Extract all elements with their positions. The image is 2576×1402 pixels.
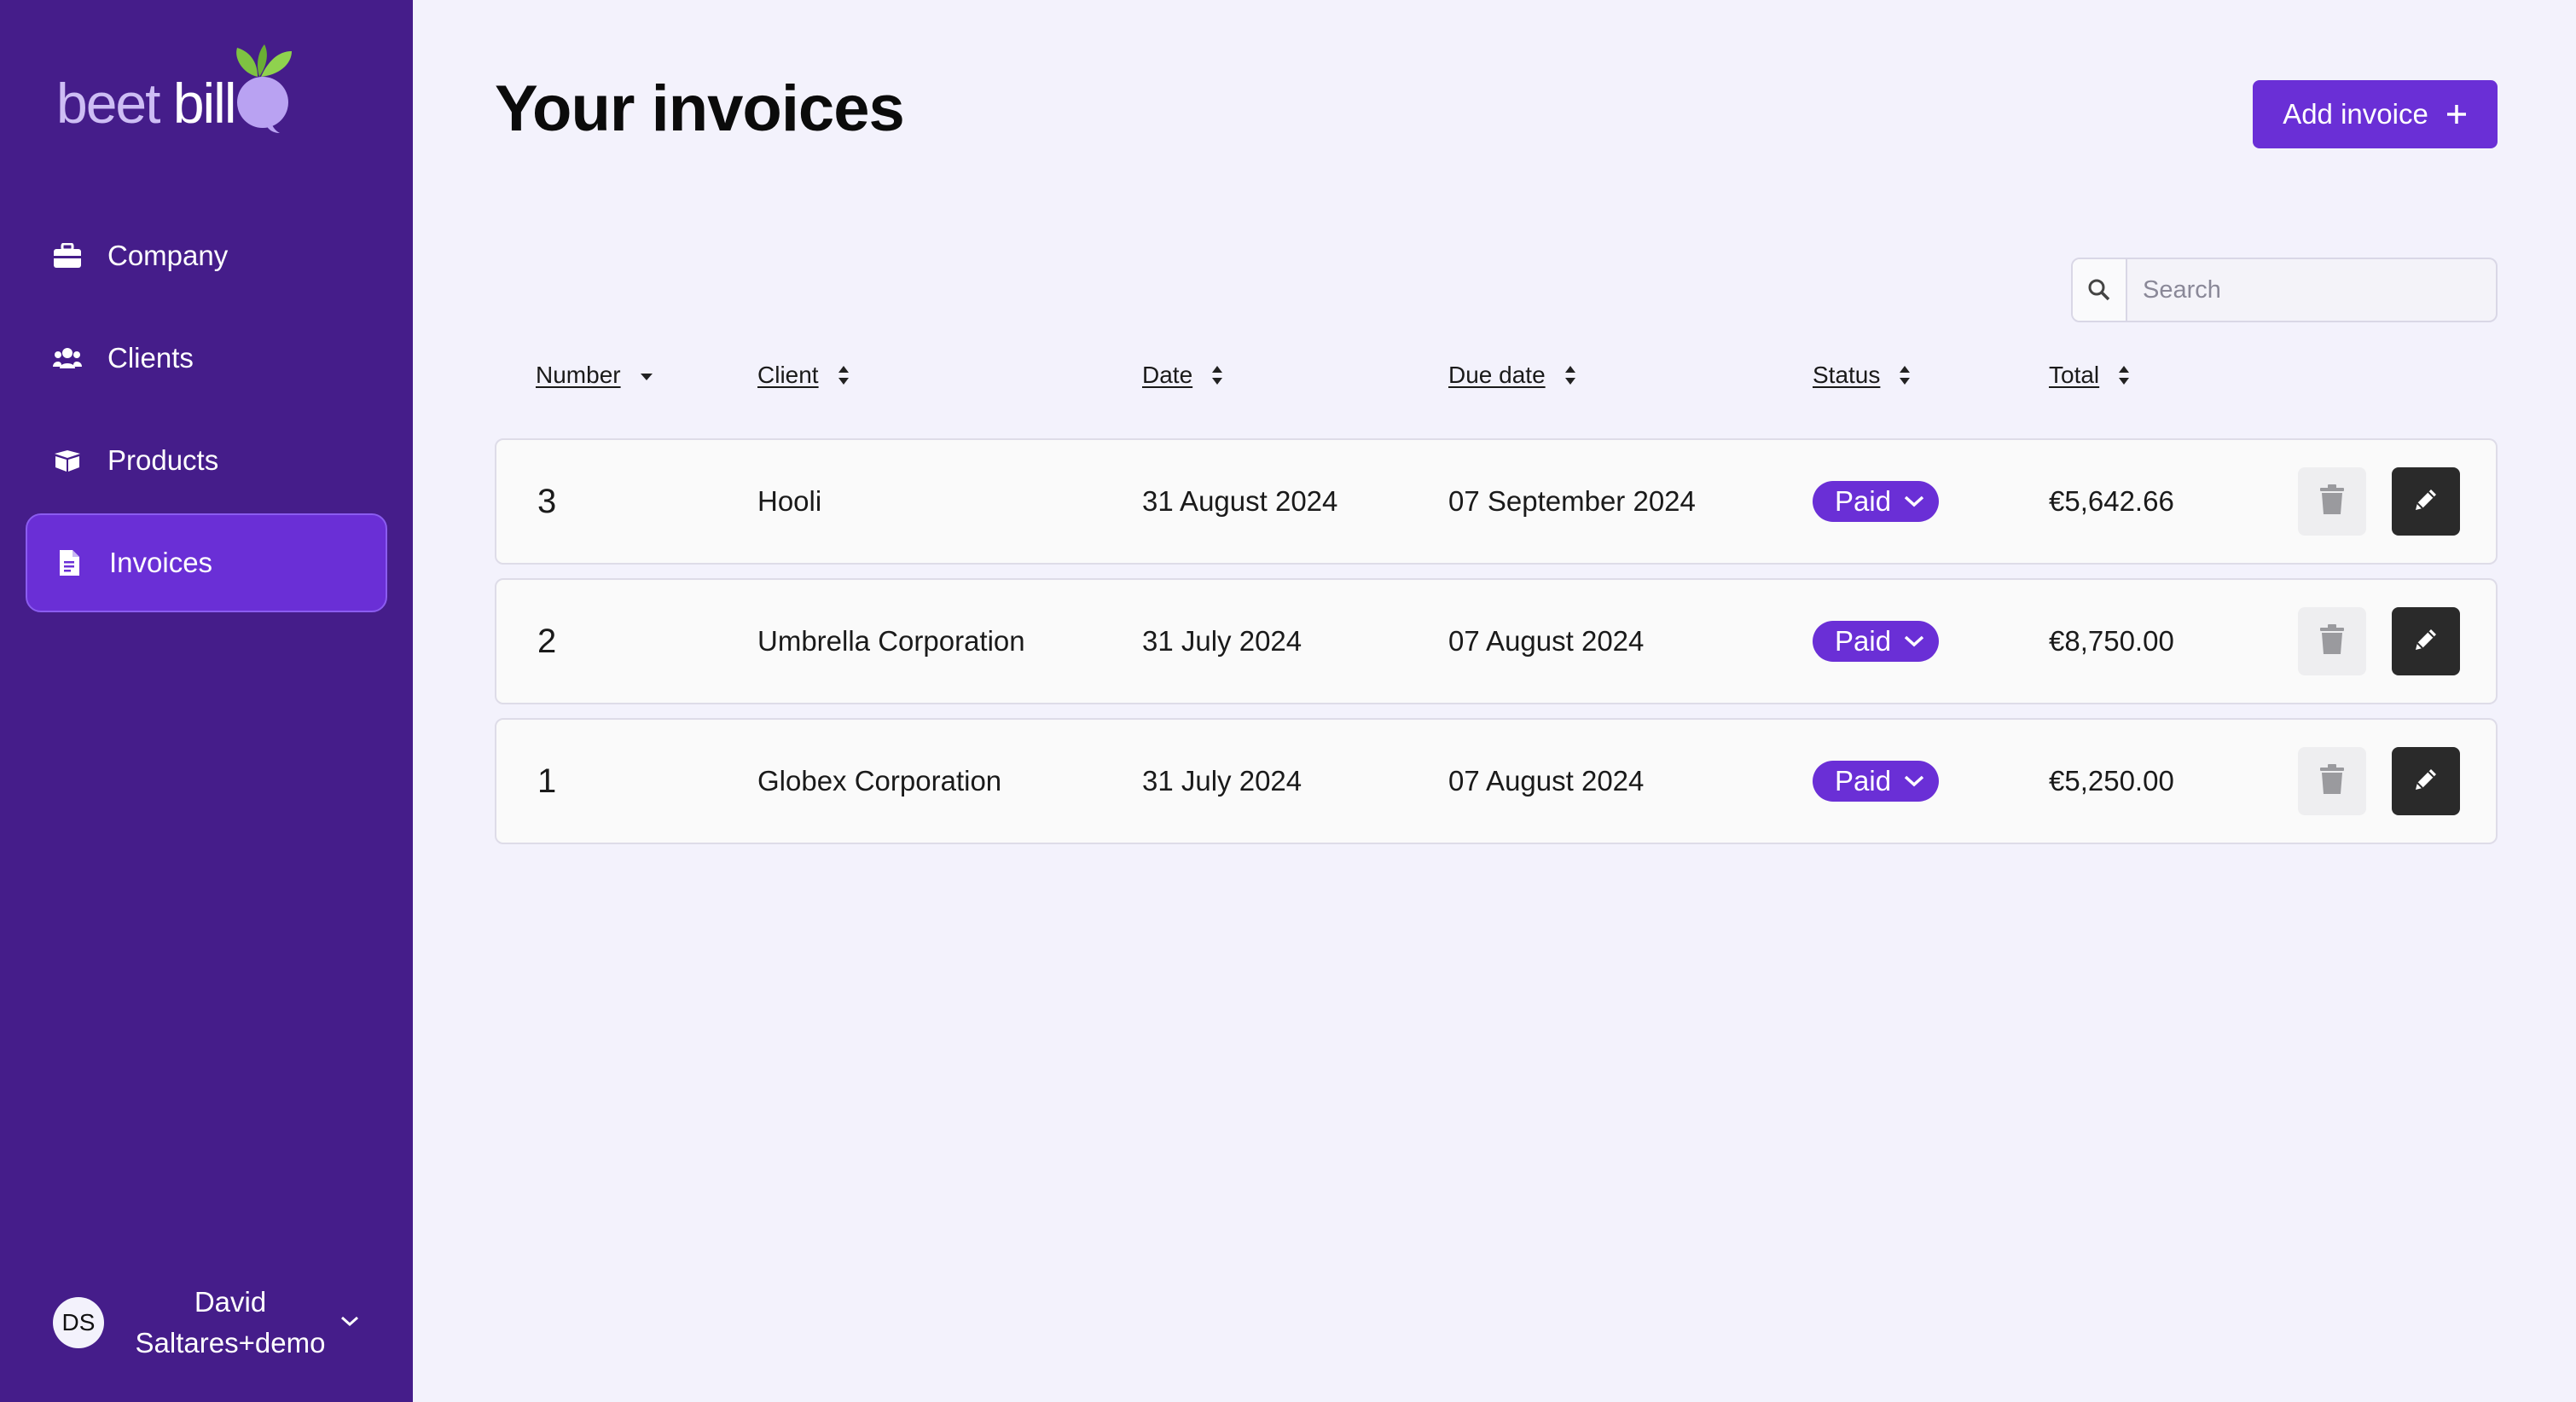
sort-desc-icon bbox=[638, 367, 655, 384]
chevron-down-icon bbox=[1903, 495, 1925, 508]
invoice-client: Hooli bbox=[757, 485, 822, 517]
column-label: Status bbox=[1813, 362, 1881, 388]
chevron-down-icon bbox=[1903, 774, 1925, 788]
sidebar-item-label: Invoices bbox=[109, 547, 213, 578]
invoice-client: Globex Corporation bbox=[757, 765, 1002, 797]
invoice-number: 3 bbox=[537, 482, 557, 520]
status-dropdown[interactable]: Paid bbox=[1813, 621, 1940, 662]
column-label: Date bbox=[1142, 362, 1193, 388]
sidebar-nav: Company Clients Products Invoices bbox=[26, 206, 387, 616]
status-badge: Paid bbox=[1835, 485, 1892, 517]
invoice-due-date: 07 August 2024 bbox=[1448, 765, 1645, 797]
status-cell: Paid bbox=[1813, 580, 1940, 703]
column-label: Client bbox=[757, 362, 819, 388]
trash-icon bbox=[2319, 484, 2345, 519]
table-row[interactable]: 3 Hooli 31 August 2024 07 September 2024… bbox=[495, 438, 2498, 565]
page-title: Your invoices bbox=[495, 72, 905, 145]
column-label: Due date bbox=[1448, 362, 1546, 388]
table-row[interactable]: 1 Globex Corporation 31 July 2024 07 Aug… bbox=[495, 718, 2498, 844]
sidebar-item-label: Company bbox=[107, 240, 229, 271]
add-invoice-button[interactable]: Add invoice bbox=[2253, 80, 2498, 148]
delete-button[interactable] bbox=[2298, 607, 2366, 675]
box-icon bbox=[53, 446, 82, 475]
users-icon bbox=[53, 344, 82, 373]
sort-icon bbox=[836, 363, 851, 387]
file-invoice-icon bbox=[55, 548, 84, 577]
status-dropdown[interactable]: Paid bbox=[1813, 761, 1940, 802]
chevron-down-icon bbox=[339, 1314, 360, 1332]
invoice-number: 1 bbox=[537, 762, 557, 800]
add-invoice-label: Add invoice bbox=[2283, 98, 2428, 130]
edit-button[interactable] bbox=[2392, 467, 2460, 536]
edit-button[interactable] bbox=[2392, 607, 2460, 675]
table-row[interactable]: 2 Umbrella Corporation 31 July 2024 07 A… bbox=[495, 578, 2498, 704]
invoice-date: 31 August 2024 bbox=[1142, 485, 1338, 517]
invoice-due-date: 07 September 2024 bbox=[1448, 485, 1696, 517]
pencil-icon bbox=[2412, 766, 2440, 797]
invoice-due-date: 07 August 2024 bbox=[1448, 625, 1645, 657]
sort-icon bbox=[1563, 363, 1578, 387]
avatar: DS bbox=[53, 1297, 104, 1348]
column-header-status[interactable]: Status bbox=[1813, 362, 1912, 389]
user-menu[interactable]: DS David Saltares+demo bbox=[53, 1276, 377, 1370]
invoice-number: 2 bbox=[537, 622, 557, 660]
delete-button[interactable] bbox=[2298, 747, 2366, 815]
chevron-down-icon bbox=[1903, 634, 1925, 648]
pencil-icon bbox=[2412, 626, 2440, 658]
beet-logo-icon bbox=[236, 44, 292, 133]
sort-icon bbox=[2116, 363, 2132, 387]
sidebar-item-label: Clients bbox=[107, 342, 194, 374]
brand-logo[interactable]: beet bill bbox=[56, 34, 304, 145]
search-input[interactable] bbox=[2127, 275, 2486, 304]
status-badge: Paid bbox=[1835, 625, 1892, 657]
trash-icon bbox=[2319, 623, 2345, 659]
sidebar-item-company[interactable]: Company bbox=[26, 206, 387, 305]
delete-button[interactable] bbox=[2298, 467, 2366, 536]
status-cell: Paid bbox=[1813, 720, 1940, 843]
pencil-icon bbox=[2412, 486, 2440, 518]
status-dropdown[interactable]: Paid bbox=[1813, 481, 1940, 522]
invoice-total: €5,250.00 bbox=[2049, 765, 2174, 797]
edit-button[interactable] bbox=[2392, 747, 2460, 815]
sidebar-item-invoices[interactable]: Invoices bbox=[26, 513, 387, 612]
invoice-date: 31 July 2024 bbox=[1142, 625, 1303, 657]
column-header-number[interactable]: Number bbox=[536, 362, 655, 389]
sidebar: beet bill Company Clients Products Invoi… bbox=[0, 0, 413, 1402]
sidebar-item-products[interactable]: Products bbox=[26, 411, 387, 510]
column-label: Total bbox=[2049, 362, 2100, 388]
sidebar-item-clients[interactable]: Clients bbox=[26, 309, 387, 408]
column-label: Number bbox=[536, 362, 621, 388]
sidebar-item-label: Products bbox=[107, 444, 219, 476]
briefcase-icon bbox=[53, 241, 82, 270]
invoice-client: Umbrella Corporation bbox=[757, 625, 1025, 657]
column-header-total[interactable]: Total bbox=[2049, 362, 2132, 389]
column-header-date[interactable]: Date bbox=[1142, 362, 1225, 389]
search-icon bbox=[2073, 259, 2127, 321]
sort-icon bbox=[1210, 363, 1225, 387]
brand-wordmark: beet bill bbox=[56, 72, 237, 135]
column-header-due-date[interactable]: Due date bbox=[1448, 362, 1578, 389]
status-cell: Paid bbox=[1813, 440, 1940, 563]
plus-icon bbox=[2445, 103, 2468, 125]
user-name: David Saltares+demo bbox=[135, 1286, 326, 1359]
sort-icon bbox=[1897, 363, 1912, 387]
status-badge: Paid bbox=[1835, 765, 1892, 797]
search-box bbox=[2071, 258, 2498, 322]
column-header-client[interactable]: Client bbox=[757, 362, 851, 389]
invoice-total: €8,750.00 bbox=[2049, 625, 2174, 657]
trash-icon bbox=[2319, 763, 2345, 799]
invoice-date: 31 July 2024 bbox=[1142, 765, 1303, 797]
invoice-total: €5,642.66 bbox=[2049, 485, 2174, 517]
